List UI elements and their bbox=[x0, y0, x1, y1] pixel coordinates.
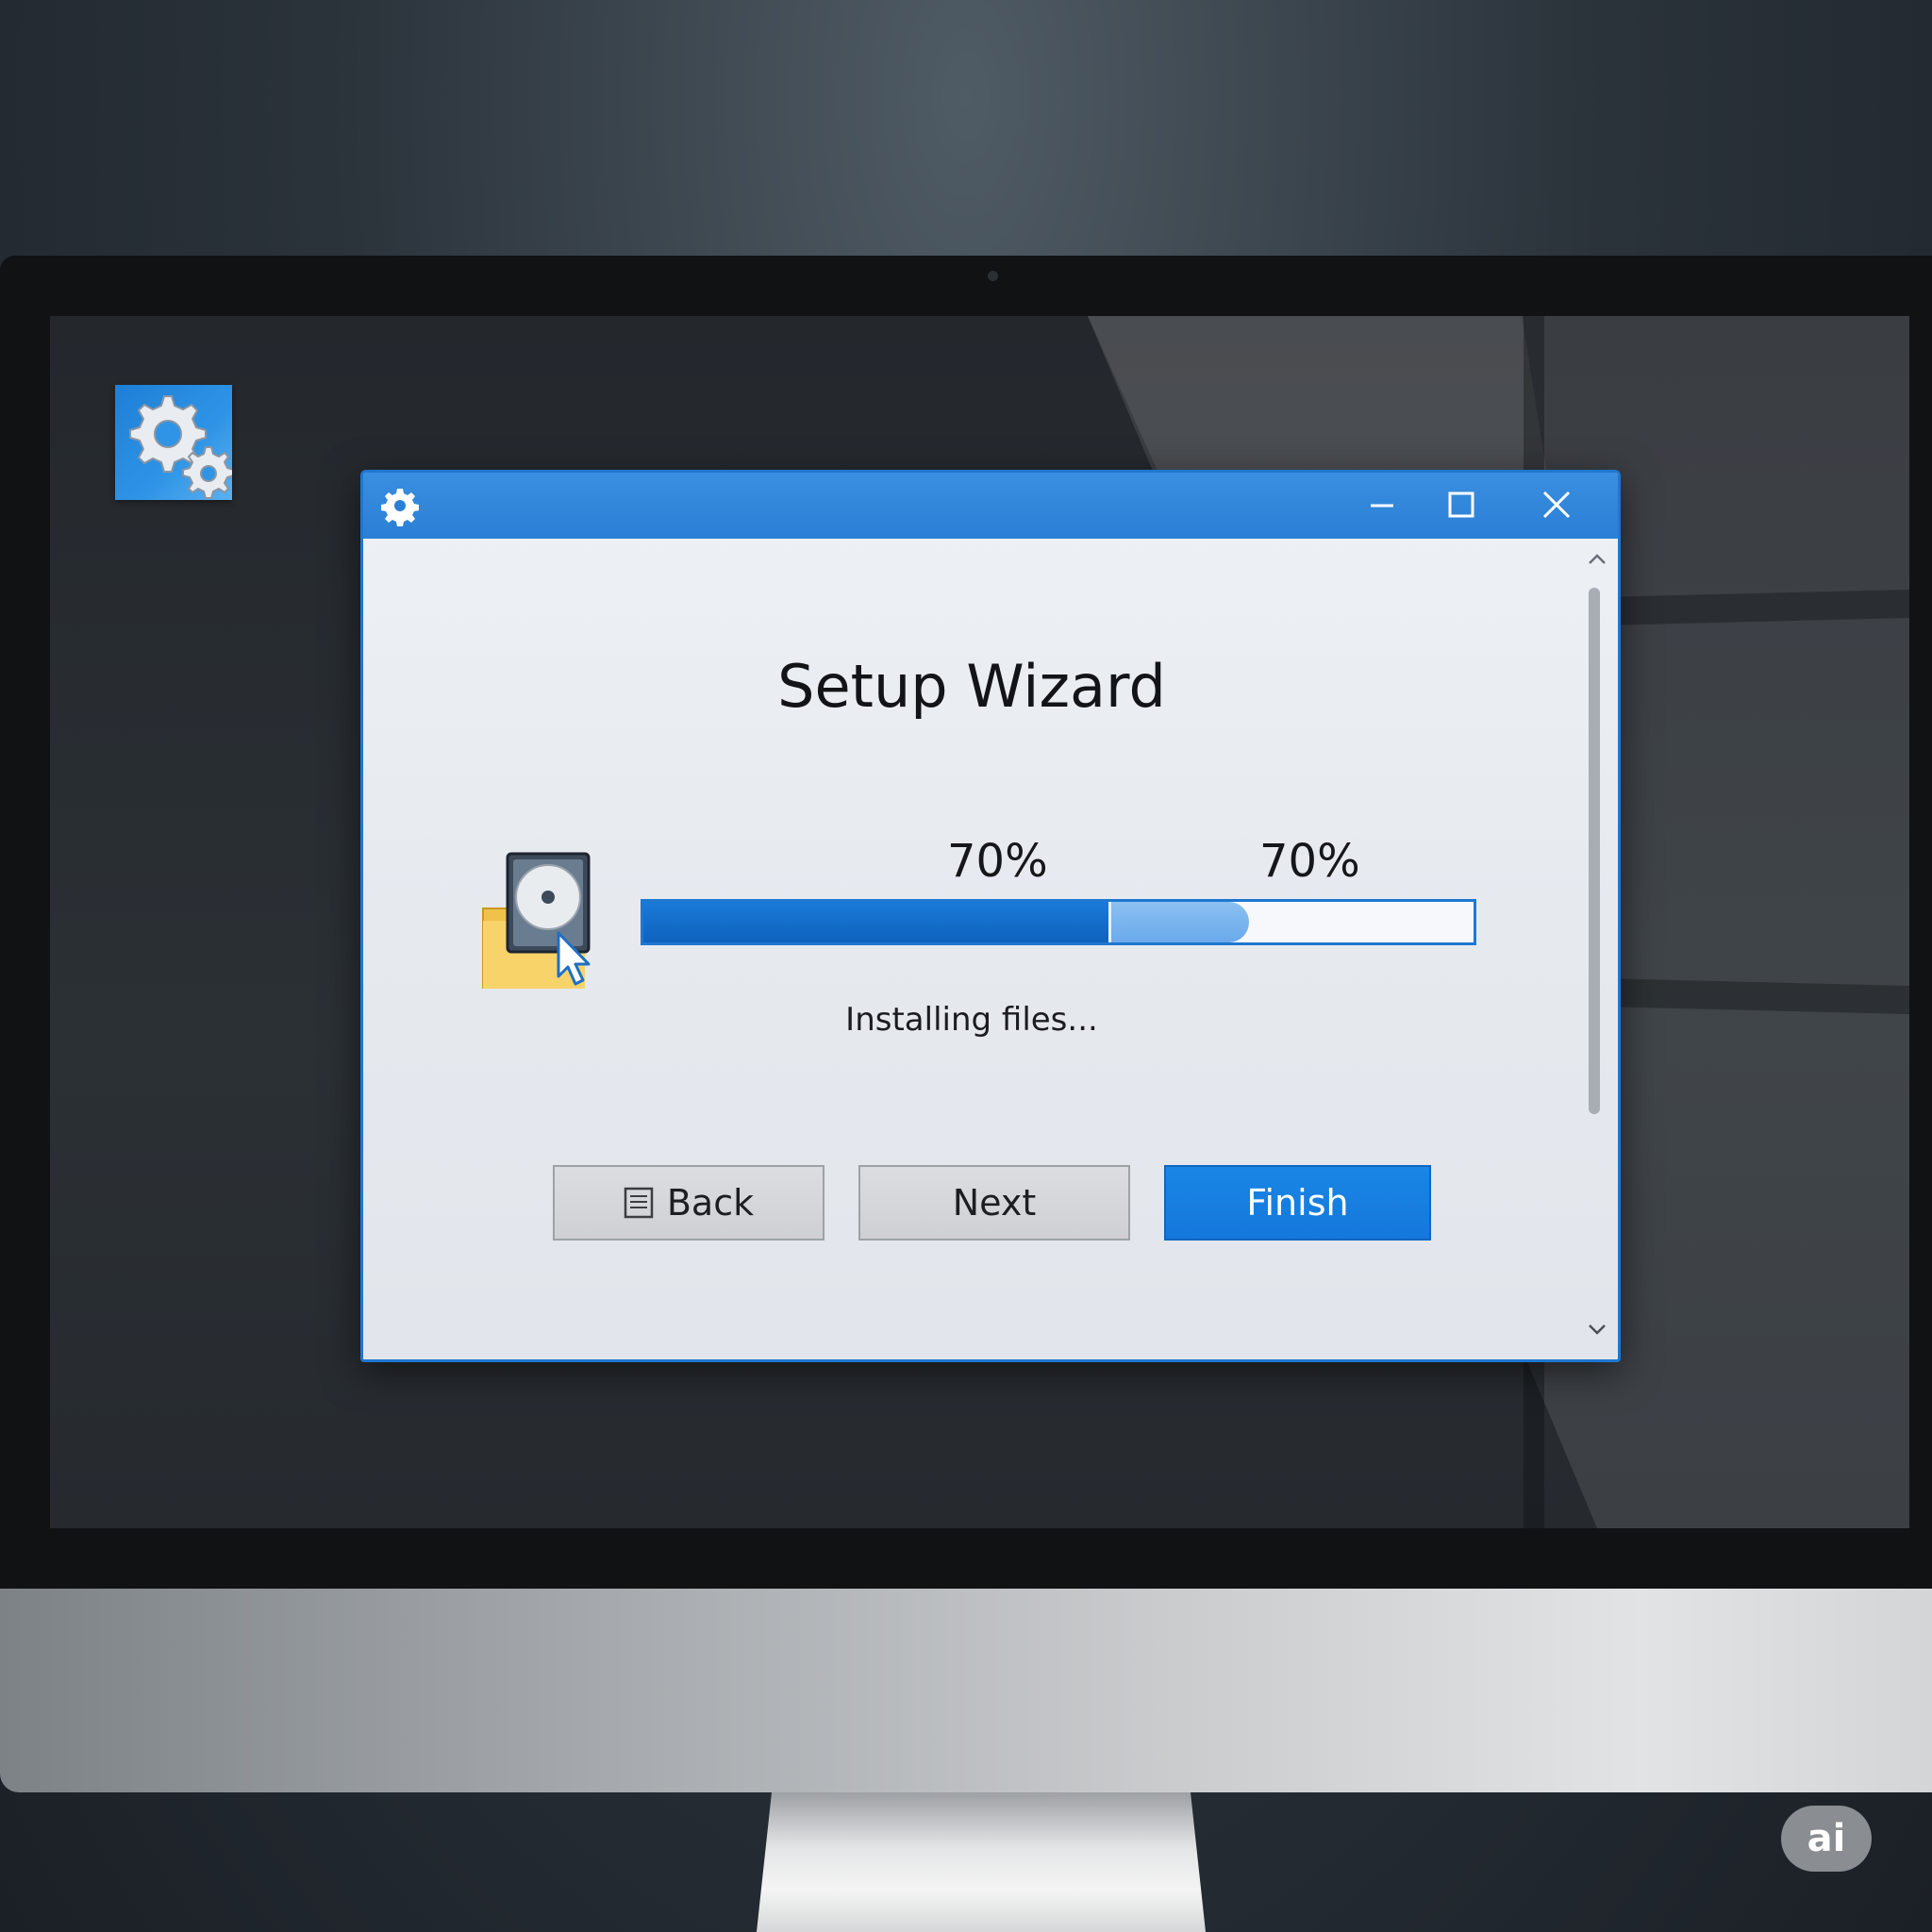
monitor-chin bbox=[0, 1589, 1932, 1792]
status-text: Installing files... bbox=[845, 1001, 1098, 1039]
progress-bar-fill bbox=[643, 902, 1111, 942]
monitor-stand bbox=[757, 1792, 1206, 1932]
next-button-label: Next bbox=[952, 1182, 1037, 1224]
vertical-scrollbar[interactable] bbox=[1579, 539, 1615, 1357]
close-icon bbox=[1542, 491, 1571, 519]
finish-button[interactable]: Finish bbox=[1164, 1165, 1431, 1241]
minimize-button[interactable] bbox=[1344, 473, 1420, 539]
hard-drive-folder-icon bbox=[482, 852, 591, 989]
back-button-label: Back bbox=[666, 1182, 755, 1224]
document-icon bbox=[624, 1187, 654, 1219]
scroll-down-chevron-icon[interactable] bbox=[1588, 1324, 1607, 1337]
settings-shortcut-icon[interactable] bbox=[115, 385, 235, 500]
gear-icon bbox=[381, 489, 419, 526]
minimize-icon bbox=[1371, 504, 1393, 508]
wizard-heading: Setup Wizard bbox=[777, 652, 1166, 721]
progress-percent-label-secondary: 70% bbox=[1259, 835, 1360, 888]
ai-badge: ai bbox=[1781, 1806, 1872, 1872]
setup-wizard-window: Setup Wizard 70% 70% Installing files...… bbox=[360, 470, 1621, 1362]
webcam bbox=[988, 271, 998, 281]
maximize-button[interactable] bbox=[1424, 473, 1499, 539]
finish-button-label: Finish bbox=[1246, 1182, 1349, 1224]
scroll-up-chevron-icon[interactable] bbox=[1588, 552, 1607, 565]
back-button[interactable]: Back bbox=[553, 1165, 824, 1241]
scrollbar-thumb[interactable] bbox=[1589, 588, 1600, 1114]
progress-bar bbox=[641, 899, 1476, 945]
maximize-icon bbox=[1448, 491, 1474, 518]
title-bar[interactable] bbox=[363, 473, 1618, 539]
close-button[interactable] bbox=[1519, 473, 1594, 539]
progress-percent-label: 70% bbox=[947, 835, 1048, 888]
next-button[interactable]: Next bbox=[858, 1165, 1130, 1241]
